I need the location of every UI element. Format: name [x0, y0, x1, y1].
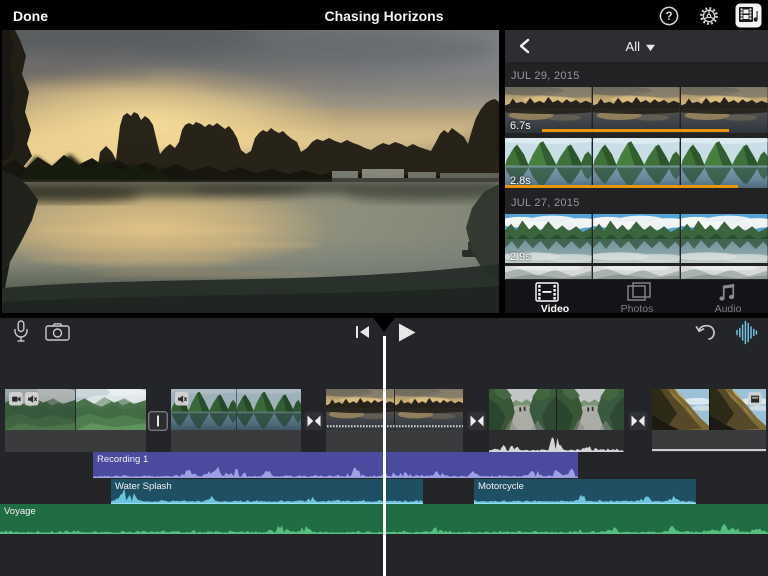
svg-text:?: ?: [665, 11, 672, 23]
